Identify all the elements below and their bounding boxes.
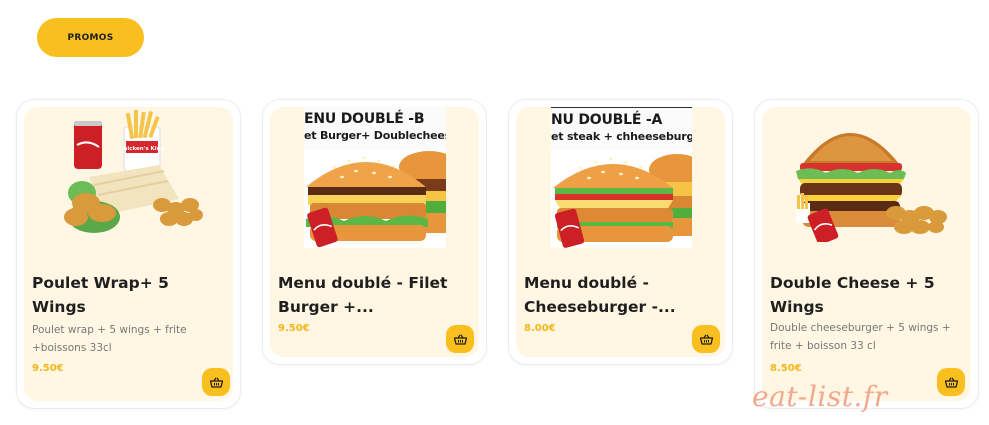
menu-banner: NU DOUBLÉ -A et steak + chheeseburger: [551, 108, 692, 150]
chicken-king-logo: Chicken's King: [119, 146, 164, 152]
product-price: 8.00€: [524, 323, 556, 334]
product-card-content: NU DOUBLÉ -A et steak + chheeseburger Me…: [516, 107, 725, 357]
product-image: [792, 117, 952, 242]
add-to-cart-button[interactable]: [446, 325, 474, 353]
promos-button[interactable]: PROMOS: [37, 18, 144, 57]
add-to-cart-button[interactable]: [202, 368, 230, 396]
product-card-content: Double Cheese + 5 Wings Double cheesebur…: [762, 107, 971, 401]
product-image: NU DOUBLÉ -A et steak + chheeseburger: [551, 107, 692, 248]
basket-icon: [699, 333, 713, 345]
product-description: Double cheeseburger + 5 wings + frite + …: [770, 322, 951, 352]
product-title: Double Cheese + 5 Wings: [770, 274, 935, 316]
basket-icon: [453, 333, 467, 345]
product-description: Poulet wrap + 5 wings + frite +boissons …: [32, 324, 187, 354]
watermark-text: eat-list.fr: [752, 380, 888, 413]
product-card[interactable]: NU DOUBLÉ -A et steak + chheeseburger Me…: [508, 99, 733, 365]
basket-icon: [944, 376, 958, 388]
product-title: Menu doublé - Filet Burger +...: [278, 274, 448, 316]
product-card[interactable]: Chicken's King Poulet Wrap+ 5 Wings Poul…: [16, 99, 241, 409]
product-image: Chicken's King: [54, 107, 204, 252]
add-to-cart-button[interactable]: [692, 325, 720, 353]
product-price: 9.50€: [278, 323, 310, 334]
basket-icon: [209, 376, 223, 388]
product-price: 9.50€: [32, 363, 64, 374]
product-image: ENU DOUBLÉ -B et Burger+ Doublecheese: [304, 107, 446, 248]
product-title: Poulet Wrap+ 5 Wings: [32, 274, 169, 316]
product-title: Menu doublé - Cheeseburger -...: [524, 274, 676, 316]
product-card-content: Chicken's King Poulet Wrap+ 5 Wings Poul…: [24, 107, 233, 401]
menu-banner: ENU DOUBLÉ -B et Burger+ Doublecheese: [304, 107, 446, 149]
product-card[interactable]: Double Cheese + 5 Wings Double cheesebur…: [754, 99, 979, 409]
product-price: 8.50€: [770, 363, 802, 374]
add-to-cart-button[interactable]: [937, 368, 965, 396]
product-card[interactable]: ENU DOUBLÉ -B et Burger+ Doublecheese Me…: [262, 99, 487, 365]
product-card-content: ENU DOUBLÉ -B et Burger+ Doublecheese Me…: [270, 107, 479, 357]
